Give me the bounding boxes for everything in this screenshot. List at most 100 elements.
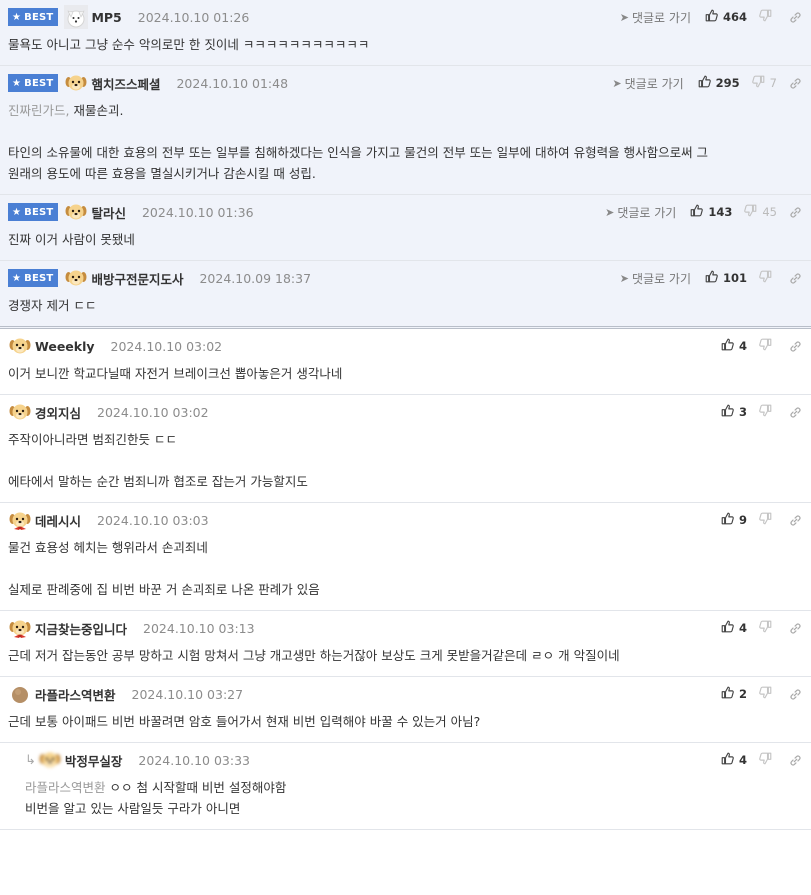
thumbs-up-icon xyxy=(705,270,723,286)
like-button[interactable]: 2 xyxy=(721,686,747,702)
like-button[interactable]: 143 xyxy=(690,204,732,220)
nickname[interactable]: 햄치즈스페셜 xyxy=(91,74,160,93)
comment-header: 라플라스역변환 2024.10.10 03:27 2 xyxy=(8,677,803,711)
avatar[interactable] xyxy=(38,748,62,772)
go-to-comment-link[interactable]: ➤ 댓글로 가기 xyxy=(605,204,676,221)
dislike-button[interactable]: 45 xyxy=(744,204,777,220)
timestamp: 2024.10.10 03:33 xyxy=(138,752,250,768)
link-icon[interactable] xyxy=(789,340,803,353)
dislike-button[interactable] xyxy=(759,270,777,286)
nickname[interactable]: 탈라신 xyxy=(91,203,126,222)
comment-line: 주작이아니라면 범죄긴한듯 ㄷㄷ xyxy=(8,429,803,450)
comment-list: ★ BEST MP5 2024.10.10 01:26 ➤ 댓글로 가기 464 물욕도 아니… xyxy=(0,0,811,830)
like-button[interactable]: 295 xyxy=(698,75,740,91)
comment-text: 경쟁자 제거 ㄷㄷ xyxy=(8,298,97,313)
comment-line: 경쟁자 제거 ㄷㄷ xyxy=(8,295,803,316)
reply-comment: ↳ 박정무실장 2024.10.10 03:33 4 라플라스역변환 ㅇㅇ 첨 시작할때… xyxy=(0,743,811,830)
comment-line: 라플라스역변환 ㅇㅇ 첨 시작할때 비번 설정해야함 xyxy=(25,777,803,798)
nickname[interactable]: 배방구전문지도사 xyxy=(91,269,183,288)
link-icon[interactable] xyxy=(789,406,803,419)
dislike-button[interactable]: 7 xyxy=(751,75,777,91)
comment-line xyxy=(8,121,803,142)
avatar[interactable] xyxy=(8,400,32,424)
link-icon[interactable] xyxy=(789,514,803,527)
timestamp: 2024.10.09 18:37 xyxy=(199,270,312,286)
like-button[interactable]: 9 xyxy=(721,512,747,528)
avatar[interactable] xyxy=(64,266,88,290)
link-icon[interactable] xyxy=(789,272,803,285)
comment-body: 경쟁자 제거 ㄷㄷ xyxy=(8,295,803,326)
thumbs-up-icon xyxy=(721,338,739,354)
best-badge: ★ BEST xyxy=(8,203,59,221)
thumbs-up-icon xyxy=(721,404,739,420)
mention[interactable]: 라플라스역변환 xyxy=(25,780,106,795)
nickname[interactable]: 지금찾는중입니다 xyxy=(35,619,127,638)
go-to-comment-label: 댓글로 가기 xyxy=(617,205,677,220)
avatar[interactable] xyxy=(8,334,32,358)
link-icon[interactable] xyxy=(789,206,803,219)
comment-header: 데레시시 2024.10.10 03:03 9 xyxy=(8,503,803,537)
mention[interactable]: 진짜린가드, xyxy=(8,103,69,118)
dislike-button[interactable] xyxy=(759,752,777,768)
comment-text: 근데 저거 잡는동안 공부 망하고 시험 망쳐서 그냥 개고생만 하는거잖아 보… xyxy=(8,648,620,663)
comment-line: 타인의 소유물에 대한 효용의 전부 또는 일부를 침해하겠다는 인식을 가지고… xyxy=(8,142,803,163)
link-icon[interactable] xyxy=(789,754,803,767)
comment-line: 물욕도 아니고 그냥 순수 악의로만 한 짓이네 ㅋㅋㅋㅋㅋㅋㅋㅋㅋㅋㅋ xyxy=(8,34,803,55)
dislike-button[interactable] xyxy=(759,512,777,528)
nickname[interactable]: 경외지심 xyxy=(35,403,81,422)
timestamp: 2024.10.10 01:26 xyxy=(137,9,250,25)
link-icon[interactable] xyxy=(789,11,803,24)
nickname[interactable]: Weeekly xyxy=(35,339,95,354)
nickname[interactable]: MP5 xyxy=(91,10,121,25)
thumbs-down-icon xyxy=(759,620,777,636)
star-icon: ★ xyxy=(12,206,22,218)
comment-line: 물건 효용성 헤치는 행위라서 손괴죄네 xyxy=(8,537,803,558)
thumbs-up-icon xyxy=(721,512,739,528)
timestamp: 2024.10.10 03:13 xyxy=(143,620,255,636)
star-icon: ★ xyxy=(12,272,22,284)
avatar[interactable] xyxy=(8,616,32,640)
dislike-button[interactable] xyxy=(759,620,777,636)
avatar[interactable] xyxy=(64,5,89,29)
nickname[interactable]: 라플라스역변환 xyxy=(35,685,116,704)
comment-body: 라플라스역변환 ㅇㅇ 첨 시작할때 비번 설정해야함 비번을 알고 있는 사람일듯… xyxy=(25,777,803,829)
timestamp: 2024.10.10 03:03 xyxy=(97,512,209,528)
comment-text: 근데 보통 아이패드 비번 바꿀려면 암호 들어가서 현재 비번 입력해야 바꿀… xyxy=(8,714,481,729)
link-icon[interactable] xyxy=(789,688,803,701)
avatar[interactable] xyxy=(8,682,32,706)
comment-text: 진짜 이거 사람이 못됐네 xyxy=(8,232,135,247)
comment-header: ★ BEST 탈라신 2024.10.10 01:36 ➤ 댓글로 가기 143 45 xyxy=(8,195,803,229)
like-button[interactable]: 101 xyxy=(705,270,747,286)
link-icon[interactable] xyxy=(789,622,803,635)
go-to-comment-link[interactable]: ➤ 댓글로 가기 xyxy=(612,75,683,92)
best-comment: ★ BEST MP5 2024.10.10 01:26 ➤ 댓글로 가기 464 물욕도 아니… xyxy=(0,0,811,66)
comment-body: 주작이아니라면 범죄긴한듯 ㄷㄷ 에타에서 말하는 순간 범죄니까 협조로 잡는거… xyxy=(8,429,803,502)
comment-text: 이거 보니깐 학교다닐때 자전거 브레이크선 뽑아놓은거 생각나네 xyxy=(8,366,343,381)
comment: 지금찾는중입니다 2024.10.10 03:13 4 근데 저거 잡는동안 공부 망… xyxy=(0,611,811,677)
comment: 데레시시 2024.10.10 03:03 9 물건 효용성 헤치는 행위라서 손괴죄… xyxy=(0,503,811,611)
like-button[interactable]: 4 xyxy=(721,620,747,636)
like-button[interactable]: 464 xyxy=(705,9,747,25)
like-button[interactable]: 4 xyxy=(721,752,747,768)
dislike-button[interactable] xyxy=(759,404,777,420)
dislike-button[interactable] xyxy=(759,338,777,354)
dislike-button[interactable] xyxy=(759,686,777,702)
link-icon[interactable] xyxy=(789,77,803,90)
best-badge-label: BEST xyxy=(24,77,54,89)
avatar[interactable] xyxy=(64,71,88,95)
nickname[interactable]: 박정무실장 xyxy=(65,751,123,770)
comment-text: 에타에서 말하는 순간 범죄니까 협조로 잡는거 가능할지도 xyxy=(8,474,308,489)
dislike-button[interactable] xyxy=(759,9,777,25)
send-arrow-icon: ➤ xyxy=(612,76,622,90)
like-button[interactable]: 3 xyxy=(721,404,747,420)
timestamp: 2024.10.10 03:02 xyxy=(97,404,209,420)
nickname[interactable]: 데레시시 xyxy=(35,511,81,530)
go-to-comment-link[interactable]: ➤ 댓글로 가기 xyxy=(620,9,691,26)
go-to-comment-label: 댓글로 가기 xyxy=(631,10,691,25)
like-button[interactable]: 4 xyxy=(721,338,747,354)
avatar[interactable] xyxy=(64,200,88,224)
avatar[interactable] xyxy=(8,508,32,532)
dislike-count: 45 xyxy=(762,205,777,219)
comment-text: 물건 효용성 헤치는 행위라서 손괴죄네 xyxy=(8,540,208,555)
go-to-comment-link[interactable]: ➤ 댓글로 가기 xyxy=(620,270,691,287)
